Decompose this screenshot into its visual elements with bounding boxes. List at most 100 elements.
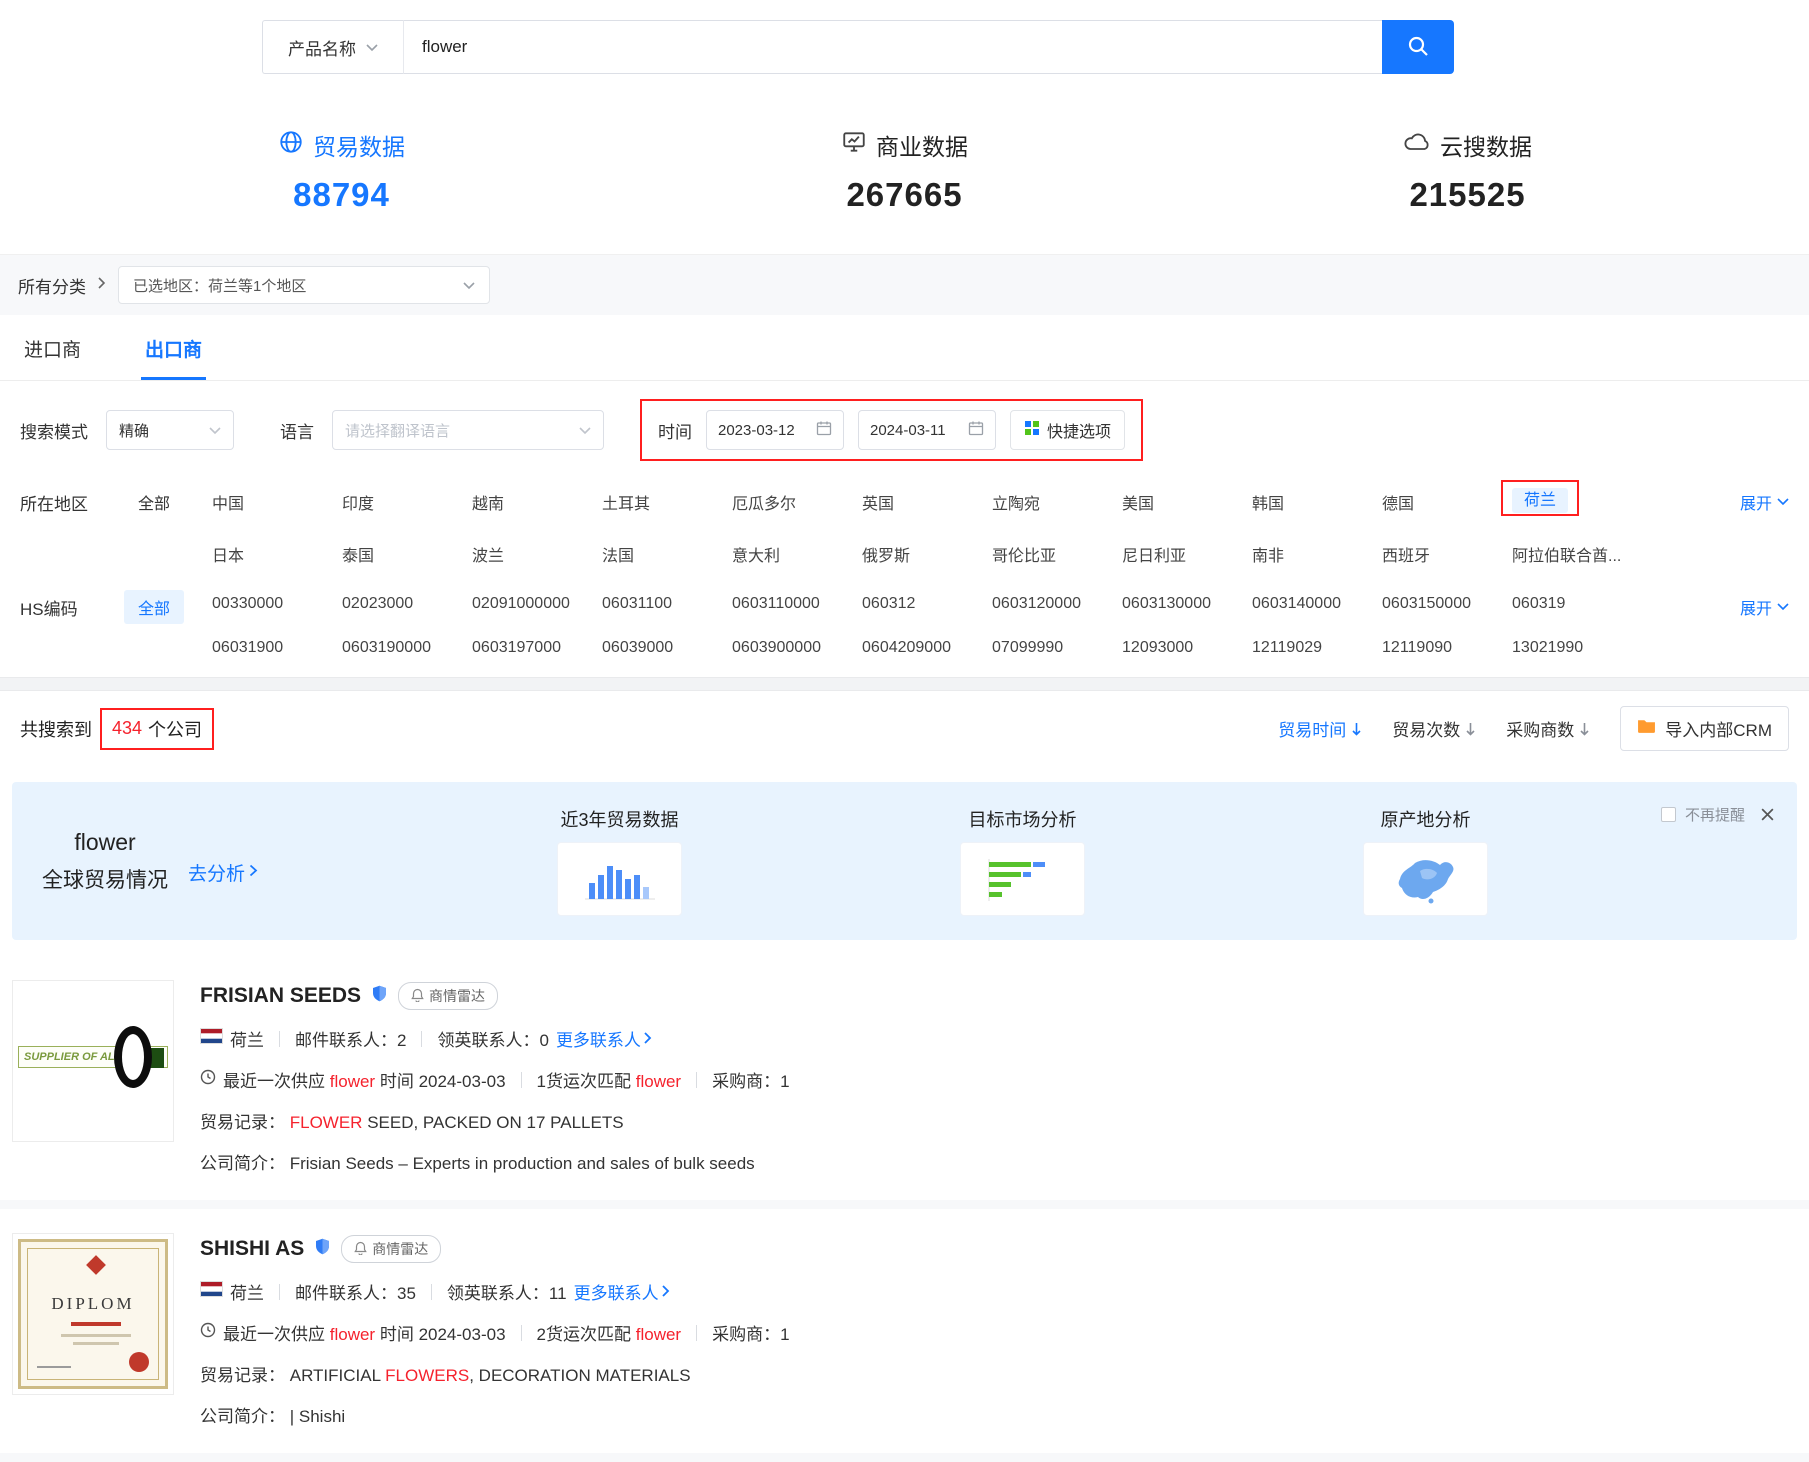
expand-label: 展开 <box>1740 490 1772 514</box>
hs-code-item[interactable]: 0603110000 <box>732 595 862 613</box>
quick-options-button[interactable]: 快捷选项 <box>1010 410 1125 450</box>
hs-code-item[interactable]: 0603197000 <box>472 639 602 657</box>
card-title: 近3年贸易数据 <box>557 806 682 832</box>
region-item[interactable]: 阿拉伯联合酋... <box>1512 542 1642 566</box>
hs-code-item[interactable]: 0603900000 <box>732 639 862 657</box>
region-item[interactable]: 哥伦比亚 <box>992 542 1122 566</box>
arrow-down-icon <box>1465 722 1476 736</box>
region-item[interactable]: 印度 <box>342 490 472 516</box>
china-map-thumbnail <box>1363 842 1488 916</box>
region-item-netherlands[interactable]: 荷兰 <box>1512 490 1642 516</box>
stat-cloud-search-data[interactable]: 云搜数据 215525 <box>1186 128 1749 214</box>
more-contacts-link[interactable]: 更多联系人 <box>574 1279 670 1304</box>
company-name[interactable]: FRISIAN SEEDS <box>200 984 361 1008</box>
chevron-right-icon <box>98 276 106 294</box>
selected-region-dropdown[interactable]: 已选地区：荷兰等1个地区 <box>118 266 490 304</box>
region-item[interactable]: 中国 <box>212 490 342 516</box>
tab-exporters[interactable]: 出口商 <box>141 315 206 380</box>
filters-panel: 搜索模式 精确 语言 请选择翻译语言 时间 2023-03-12 <box>0 381 1809 677</box>
hs-code-item[interactable]: 02023000 <box>342 595 472 613</box>
business-radar-tag[interactable]: 商情雷达 <box>341 1235 441 1263</box>
region-item[interactable]: 俄罗斯 <box>862 542 992 566</box>
region-item[interactable]: 越南 <box>472 490 602 516</box>
hs-code-item[interactable]: 060319 <box>1512 595 1642 613</box>
cloud-icon <box>1403 130 1431 160</box>
card-target-market-analysis[interactable]: 目标市场分析 <box>960 806 1085 916</box>
card-trade-data-3years[interactable]: 近3年贸易数据 <box>557 806 682 916</box>
sort-trade-count[interactable]: 贸易次数 <box>1392 716 1476 741</box>
region-item[interactable]: 法国 <box>602 542 732 566</box>
hs-code-all-option[interactable]: 全部 <box>124 590 184 624</box>
import-crm-button[interactable]: 导入内部CRM <box>1620 706 1789 751</box>
date-from-input[interactable]: 2023-03-12 <box>706 410 844 450</box>
bar-chart-thumbnail <box>557 842 682 916</box>
region-item[interactable]: 南非 <box>1252 542 1382 566</box>
time-label: 时间 <box>658 418 692 443</box>
hs-code-item[interactable]: 06031100 <box>602 595 732 613</box>
quick-options-label: 快捷选项 <box>1047 418 1111 442</box>
region-item[interactable]: 土耳其 <box>602 490 732 516</box>
date-to-input[interactable]: 2024-03-11 <box>858 410 996 450</box>
search-mode-select[interactable]: 精确 <box>106 410 234 450</box>
sort-trade-count-label: 贸易次数 <box>1392 716 1460 741</box>
hs-code-item[interactable]: 0603150000 <box>1382 595 1512 613</box>
region-expand-link[interactable]: 展开 <box>1740 485 1789 514</box>
stat-label: 贸易数据 <box>313 128 405 162</box>
banner-subtitle: 全球贸易情况 <box>42 864 168 894</box>
region-item[interactable]: 西班牙 <box>1382 542 1512 566</box>
region-item[interactable]: 德国 <box>1382 490 1512 516</box>
region-item[interactable]: 波兰 <box>472 542 602 566</box>
go-analyze-label: 去分析 <box>188 859 245 886</box>
hs-code-item[interactable]: 13021990 <box>1512 639 1642 657</box>
business-radar-tag[interactable]: 商情雷达 <box>398 982 498 1010</box>
recent-supply-text: 最近一次供应 flower 时间 2024-03-03 <box>223 1067 506 1092</box>
hs-code-item[interactable]: 0603130000 <box>1122 595 1252 613</box>
region-item[interactable]: 美国 <box>1122 490 1252 516</box>
banner-intro: flower 全球贸易情况 去分析 <box>42 829 258 894</box>
hs-code-expand-link[interactable]: 展开 <box>1740 590 1789 619</box>
logo-text: DIPLOM <box>21 1294 165 1314</box>
hs-code-item[interactable]: 00330000 <box>212 595 342 613</box>
hs-code-item[interactable]: 0603120000 <box>992 595 1122 613</box>
card-origin-analysis[interactable]: 原产地分析 <box>1363 806 1488 916</box>
region-item[interactable]: 日本 <box>212 542 342 566</box>
hs-code-item[interactable]: 06031900 <box>212 639 342 657</box>
search-input[interactable] <box>404 20 1382 74</box>
company-logo: SUPPLIER OF ALL SEEDS <box>12 980 174 1142</box>
breadcrumb-all-categories[interactable]: 所有分类 <box>18 273 86 298</box>
hs-code-item[interactable]: 12093000 <box>1122 639 1252 657</box>
hs-code-item[interactable]: 02091000000 <box>472 595 602 613</box>
region-item[interactable]: 立陶宛 <box>992 490 1122 516</box>
close-icon[interactable] <box>1760 807 1775 822</box>
stat-business-data[interactable]: 商业数据 267665 <box>623 128 1186 214</box>
hs-code-item[interactable]: 07099990 <box>992 639 1122 657</box>
region-all-option[interactable]: 全部 <box>124 485 184 519</box>
dont-remind-checkbox[interactable] <box>1661 807 1676 822</box>
hs-code-item[interactable]: 0603190000 <box>342 639 472 657</box>
sort-trade-time[interactable]: 贸易时间 <box>1278 716 1362 741</box>
region-item[interactable]: 厄瓜多尔 <box>732 490 862 516</box>
company-name[interactable]: SHISHI AS <box>200 1237 304 1261</box>
hs-code-item[interactable]: 12119090 <box>1382 639 1512 657</box>
hs-code-item[interactable]: 060312 <box>862 595 992 613</box>
company-profile-row: 公司简介： Frisian Seeds – Experts in product… <box>200 1149 1797 1174</box>
tab-importers[interactable]: 进口商 <box>20 315 85 380</box>
divider <box>431 1284 432 1300</box>
go-analyze-link[interactable]: 去分析 <box>188 859 258 886</box>
hs-code-item[interactable]: 12119029 <box>1252 639 1382 657</box>
sort-buyer-count[interactable]: 采购商数 <box>1506 716 1590 741</box>
search-button[interactable] <box>1382 20 1454 74</box>
region-item[interactable]: 韩国 <box>1252 490 1382 516</box>
region-item[interactable]: 意大利 <box>732 542 862 566</box>
more-contacts-link[interactable]: 更多联系人 <box>556 1026 652 1051</box>
language-select[interactable]: 请选择翻译语言 <box>332 410 604 450</box>
region-item[interactable]: 尼日利亚 <box>1122 542 1252 566</box>
sort-trade-time-label: 贸易时间 <box>1278 716 1346 741</box>
hs-code-item[interactable]: 06039000 <box>602 639 732 657</box>
region-item[interactable]: 泰国 <box>342 542 472 566</box>
search-category-dropdown[interactable]: 产品名称 <box>262 20 404 74</box>
hs-code-item[interactable]: 0604209000 <box>862 639 992 657</box>
region-item[interactable]: 英国 <box>862 490 992 516</box>
stat-trade-data[interactable]: 贸易数据 88794 <box>60 128 623 214</box>
hs-code-item[interactable]: 0603140000 <box>1252 595 1382 613</box>
